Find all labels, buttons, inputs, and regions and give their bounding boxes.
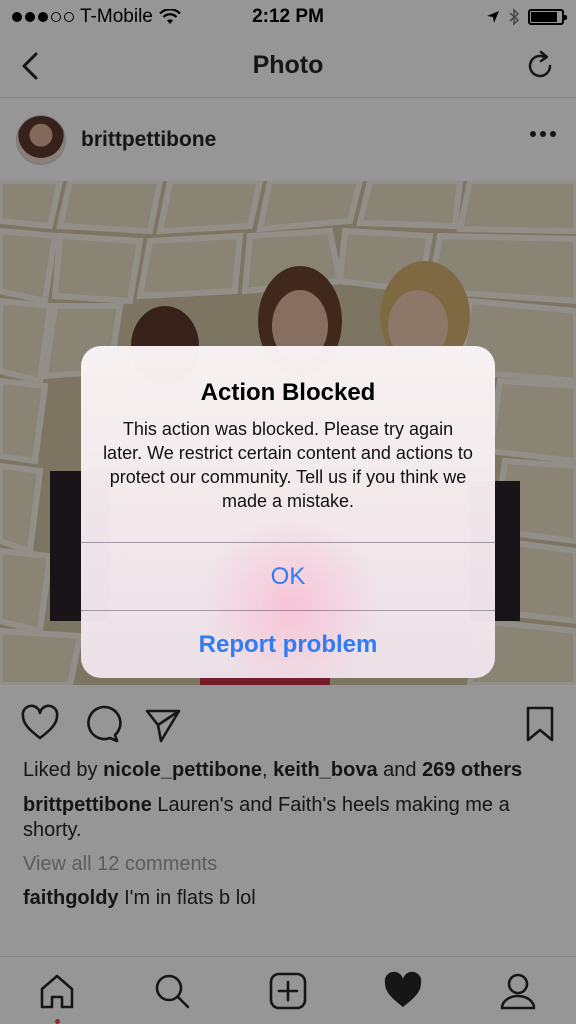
report-problem-button[interactable]: Report problem (81, 611, 495, 678)
ok-button[interactable]: OK (81, 543, 495, 611)
action-blocked-dialog: Action Blocked This action was blocked. … (81, 346, 495, 678)
dialog-title: Action Blocked (200, 379, 376, 406)
dialog-message: This action was blocked. Please try agai… (103, 419, 473, 511)
